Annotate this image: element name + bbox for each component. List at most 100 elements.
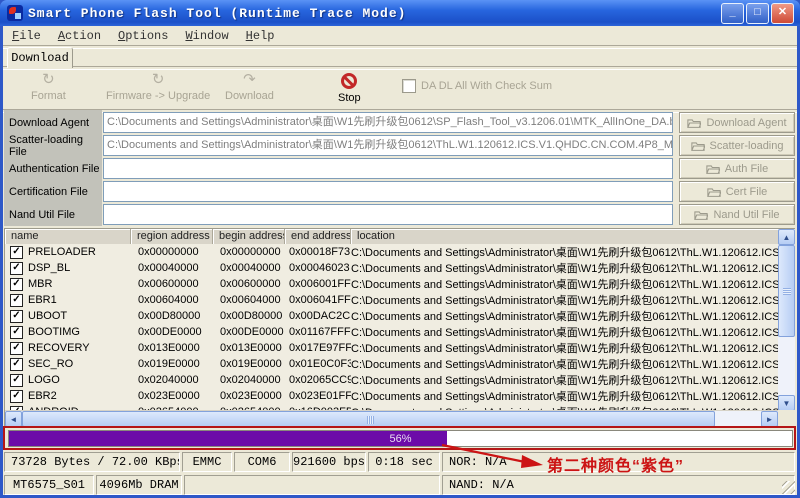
end-address: 0x02065CC9 [285,374,351,386]
menu-item-action[interactable]: Action [58,29,101,43]
table-row[interactable]: ✓SEC_RO0x019E00000x019E00000x01E0C0F3C:\… [5,356,778,372]
download-agent-input[interactable]: C:\Documents and Settings\Administrator\… [103,112,673,133]
file-location: C:\Documents and Settings\Administrator\… [351,388,778,404]
menu-item-options[interactable]: Options [118,29,168,43]
row-checkbox[interactable]: ✓ [10,278,23,291]
maximize-button[interactable]: □ [746,3,769,24]
table-row[interactable]: ✓DSP_BL0x000400000x000400000x00046023C:\… [5,260,778,276]
table-row[interactable]: ✓MBR0x006000000x006000000x006001FFC:\Doc… [5,276,778,292]
row-checkbox[interactable]: ✓ [10,342,23,355]
file-location: C:\Documents and Settings\Administrator\… [351,308,778,324]
da-dl-checkbox[interactable]: DA DL All With Check Sum [402,79,552,93]
row-checkbox[interactable]: ✓ [10,326,23,339]
status-storage: EMMC [182,452,232,472]
file-location: C:\Documents and Settings\Administrator\… [351,340,778,356]
file-location: C:\Documents and Settings\Administrator\… [351,260,778,276]
title-bar: Smart Phone Flash Tool (Runtime Trace Mo… [0,0,800,26]
row-checkbox[interactable]: ✓ [10,374,23,387]
table-row[interactable]: ✓RECOVERY0x013E00000x013E00000x017E97FFC… [5,340,778,356]
row-checkbox[interactable]: ✓ [10,390,23,403]
column-header-location[interactable]: location [351,229,778,244]
authentication-file-input[interactable] [103,158,673,179]
progress-bar: 56% [8,430,793,447]
table-row[interactable]: ✓LOGO0x020400000x020400000x02065CC9C:\Do… [5,372,778,388]
resize-grip[interactable] [782,481,795,494]
table-row[interactable]: ✓PRELOADER0x000000000x000000000x00018F73… [5,244,778,260]
cert-file-browse-button[interactable]: Cert File [679,181,795,202]
row-checkbox[interactable]: ✓ [10,358,23,371]
table-body: ✓PRELOADER0x000000000x000000000x00018F73… [5,244,778,410]
menu-item-file[interactable]: File [12,29,41,43]
curved-arrow-icon: ↷ [243,73,256,87]
partition-name: EBR1 [28,294,57,306]
column-header-begin[interactable]: begin address [213,229,285,244]
scatter-loading-input[interactable]: C:\Documents and Settings\Administrator\… [103,135,673,156]
folder-icon [706,163,720,175]
partition-name: BOOTIMG [28,326,80,338]
format-label: Format [31,90,66,102]
end-address: 0x023E01FF [285,390,351,402]
row-checkbox[interactable]: ✓ [10,262,23,275]
file-location: C:\Documents and Settings\Administrator\… [351,324,778,340]
column-header-name[interactable]: name [5,229,131,244]
scatter-loading-browse-button[interactable]: Scatter-loading [679,135,795,156]
table-header: name region address begin address end ad… [5,229,778,244]
scroll-right-icon[interactable]: ► [761,411,778,427]
row-checkbox[interactable]: ✓ [10,310,23,323]
column-header-end[interactable]: end address [285,229,351,244]
begin-address: 0x00DE0000 [213,326,285,338]
status-elapsed-time: 0:18 sec [368,452,440,472]
certification-file-input[interactable] [103,181,673,202]
horizontal-scrollbar[interactable]: ◄ ► [5,410,778,427]
begin-address: 0x023E0000 [213,390,285,402]
window-controls: _ □ ✕ [721,3,800,24]
tab-download[interactable]: Download [7,47,73,68]
minimize-button[interactable]: _ [721,3,744,24]
stop-label: Stop [338,92,361,104]
region-address: 0x013E0000 [131,342,213,354]
end-address: 0x006041FF [285,294,351,306]
table-row[interactable]: ✓BOOTIMG0x00DE00000x00DE00000x01167FFFC:… [5,324,778,340]
format-button[interactable]: ↻ Format [31,73,66,102]
scroll-left-icon[interactable]: ◄ [5,411,22,427]
download-agent-browse-button[interactable]: Download Agent [679,112,795,133]
file-location: C:\Documents and Settings\Administrator\… [351,372,778,388]
vertical-scrollbar[interactable]: ▲ ▼ [778,229,795,411]
table-row[interactable]: ✓EBR10x006040000x006040000x006041FFC:\Do… [5,292,778,308]
download-button[interactable]: ↷ Download [225,73,274,102]
prohibition-icon [341,73,357,89]
close-button[interactable]: ✕ [771,3,794,24]
status-nand-flash: NAND: N/A [442,475,795,495]
nand-util-file-label: Nand Util File [9,204,101,225]
vertical-scroll-thumb[interactable] [778,245,795,337]
row-checkbox[interactable]: ✓ [10,294,23,307]
firmware-upgrade-button[interactable]: ↻ Firmware -> Upgrade [106,73,210,102]
begin-address: 0x00604000 [213,294,285,306]
status-throughput: 73728 Bytes / 72.00 KBps [4,452,180,472]
horizontal-scroll-thumb[interactable] [22,411,715,427]
file-location: C:\Documents and Settings\Administrator\… [351,356,778,372]
nand-util-file-input[interactable] [103,204,673,225]
auth-file-browse-button[interactable]: Auth File [679,158,795,179]
table-row[interactable]: ✓EBR20x023E00000x023E00000x023E01FFC:\Do… [5,388,778,404]
app-icon [7,5,23,21]
partition-name: MBR [28,278,52,290]
region-address: 0x00604000 [131,294,213,306]
status-com-port: COM6 [234,452,290,472]
stop-button[interactable]: Stop [338,73,361,104]
partition-name: LOGO [28,374,60,386]
end-address: 0x017E97FF [285,342,351,354]
da-dl-checkbox-label: DA DL All With Check Sum [421,80,552,92]
end-address: 0x00046023 [285,262,351,274]
row-checkbox[interactable]: ✓ [10,246,23,259]
scroll-down-icon[interactable]: ▼ [778,395,795,411]
scroll-up-icon[interactable]: ▲ [778,229,795,245]
menu-item-window[interactable]: Window [185,29,228,43]
menu-item-help[interactable]: Help [246,29,275,43]
folder-icon [691,140,705,152]
region-address: 0x00D80000 [131,310,213,322]
column-header-region[interactable]: region address [131,229,213,244]
nand-util-browse-button[interactable]: Nand Util File [679,204,795,225]
table-row[interactable]: ✓UBOOT0x00D800000x00D800000x00DAC2CFC:\D… [5,308,778,324]
end-address: 0x01E0C0F3 [285,358,351,370]
